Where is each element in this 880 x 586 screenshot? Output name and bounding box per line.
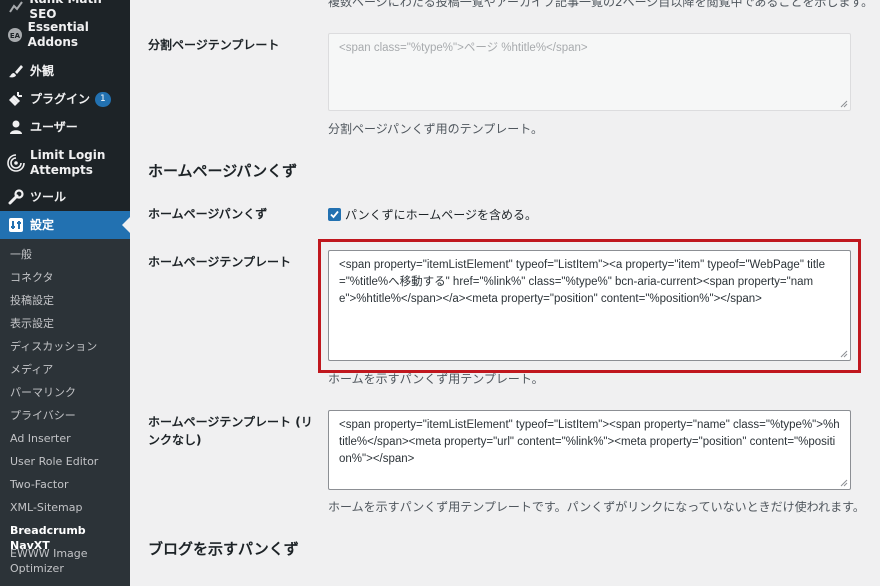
home-breadcrumb-checkbox-label: パンくずにホームページを含める。 xyxy=(345,208,538,222)
sidebar-item-limit-login[interactable]: Limit Login Attempts xyxy=(0,148,130,178)
sidebar-item-label: 設定 xyxy=(30,217,55,232)
submenu-item-ewww-image-optimizer[interactable]: EWWW Image Optimizer xyxy=(10,546,100,576)
sidebar-item-rank-math[interactable]: Rank Math SEO xyxy=(0,0,130,21)
paintbrush-icon xyxy=(6,61,26,81)
sidebar-item-tools[interactable]: ツール xyxy=(0,186,130,208)
settings-submenu: 一般 コネクタ 投稿設定 表示設定 ディスカッション メディア パーマリンク プ… xyxy=(0,239,130,586)
plugin-icon xyxy=(6,89,26,109)
rank-math-icon xyxy=(6,0,25,17)
paged-template-label: 分割ページテンプレート xyxy=(148,38,280,52)
sidebar-item-users[interactable]: ユーザー xyxy=(0,116,130,138)
top-partial-description: 複数ページにわたる投稿一覧やアーカイブ記事一覧の2ページ目以降を閲覧中であること… xyxy=(328,0,874,9)
checkmark-icon xyxy=(330,210,339,219)
active-indicator-arrow xyxy=(122,217,130,233)
paged-template-description: 分割ページパンくず用のテンプレート。 xyxy=(328,122,544,136)
home-breadcrumb-checkbox[interactable] xyxy=(328,208,341,221)
sidebar-item-label: ユーザー xyxy=(30,119,78,134)
submenu-item-media[interactable]: メディア xyxy=(10,362,128,377)
submenu-item-reading[interactable]: 表示設定 xyxy=(10,316,128,331)
submenu-item-two-factor[interactable]: Two-Factor xyxy=(10,477,128,492)
submenu-item-xml-sitemap[interactable]: XML-Sitemap xyxy=(10,500,128,515)
resize-grip-icon[interactable] xyxy=(840,479,848,487)
settings-content: 複数ページにわたる投稿一覧やアーカイブ記事一覧の2ページ目以降を閲覧中であること… xyxy=(130,0,880,586)
paged-template-placeholder: <span class="%type%">ページ %htitle%</span> xyxy=(339,42,588,54)
submenu-item-permalinks[interactable]: パーマリンク xyxy=(10,385,128,400)
submenu-item-user-role-editor[interactable]: User Role Editor xyxy=(10,454,128,469)
sidebar-item-settings[interactable]: 設定 xyxy=(0,211,130,239)
sidebar-item-label: Limit Login Attempts xyxy=(30,148,106,177)
sidebar-item-label: プラグイン xyxy=(30,91,91,106)
sidebar-item-label: ツール xyxy=(30,189,67,204)
home-section-title: ホームページパンくず xyxy=(148,162,298,180)
submenu-item-discussion[interactable]: ディスカッション xyxy=(10,339,128,354)
admin-sidebar: Rank Math SEO EA Essential Addons 外観 プラグ… xyxy=(0,0,130,586)
sidebar-item-plugins[interactable]: プラグイン 1 xyxy=(0,88,130,110)
user-icon xyxy=(6,117,26,137)
home-breadcrumb-label: ホームページパンくず xyxy=(148,207,268,221)
blog-section-title: ブログを示すパンくず xyxy=(148,540,299,558)
update-count-badge: 1 xyxy=(95,91,111,107)
highlight-box xyxy=(318,239,861,373)
submenu-item-connectors[interactable]: コネクタ xyxy=(10,270,128,285)
home-template-nolink-label: ホームページテンプレート (リンクなし) xyxy=(148,415,313,447)
home-breadcrumb-checkbox-row[interactable]: パンくずにホームページを含める。 xyxy=(328,206,537,223)
home-template-nolink-description: ホームを示すパンくず用テンプレートです。パンくずがリンクになっていないときだけ使… xyxy=(328,500,865,514)
sidebar-item-label: Rank Math SEO xyxy=(29,0,101,21)
limit-login-icon xyxy=(6,153,26,173)
essential-addons-icon: EA xyxy=(6,25,24,45)
sidebar-item-label: 外観 xyxy=(30,63,55,78)
sidebar-item-appearance[interactable]: 外観 xyxy=(0,60,130,82)
submenu-item-privacy[interactable]: プライバシー xyxy=(10,408,128,423)
sidebar-item-label: Essential Addons xyxy=(27,20,89,49)
settings-icon xyxy=(6,215,26,235)
submenu-item-writing[interactable]: 投稿設定 xyxy=(10,293,128,308)
sidebar-item-essential-addons[interactable]: EA Essential Addons xyxy=(0,20,130,49)
wrench-icon xyxy=(6,187,26,207)
resize-grip-icon[interactable] xyxy=(840,100,848,108)
submenu-item-ad-inserter[interactable]: Ad Inserter xyxy=(10,431,128,446)
home-template-nolink-textarea[interactable]: <span property="itemListElement" typeof=… xyxy=(328,410,851,490)
svg-text:EA: EA xyxy=(10,32,21,40)
home-template-label: ホームページテンプレート xyxy=(148,255,292,269)
paged-template-textarea[interactable]: <span class="%type%">ページ %htitle%</span> xyxy=(328,33,851,111)
submenu-item-general[interactable]: 一般 xyxy=(10,247,128,262)
home-template-nolink-value: <span property="itemListElement" typeof=… xyxy=(339,419,840,465)
